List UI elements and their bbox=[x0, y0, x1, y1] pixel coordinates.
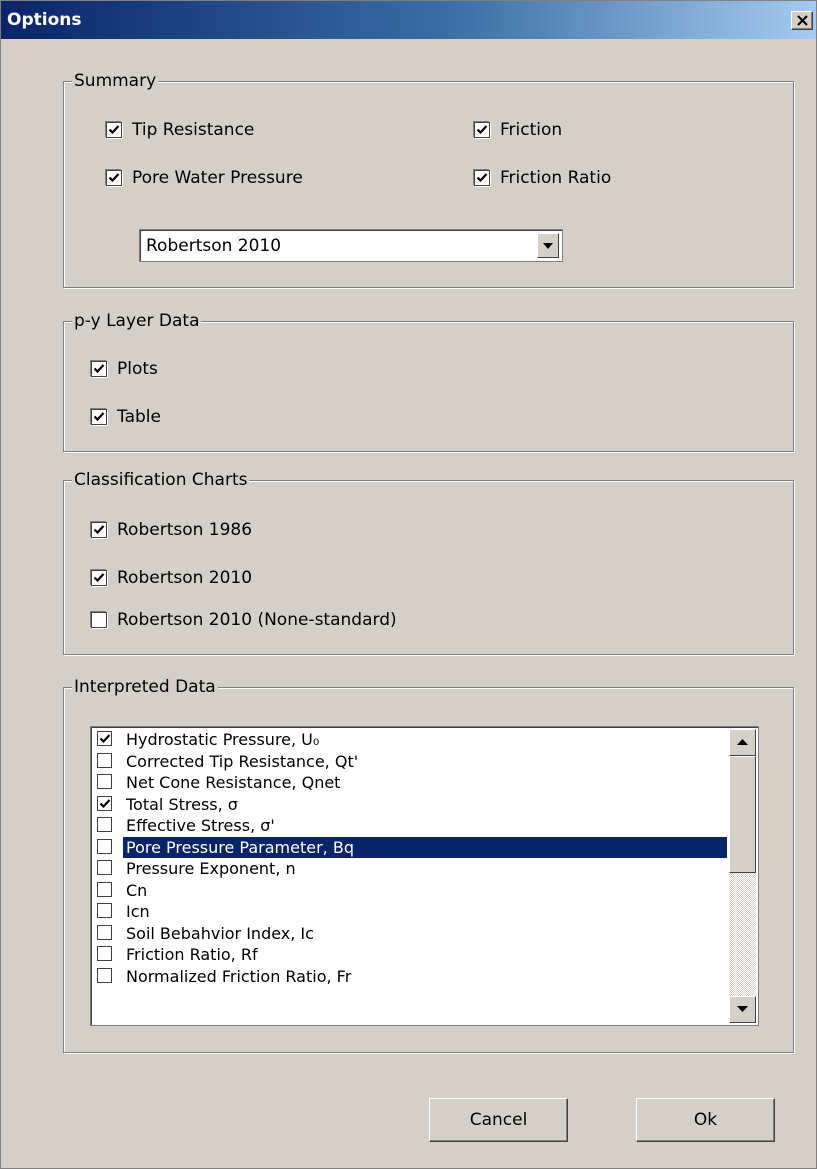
checkbox-label: Robertson 2010 bbox=[117, 568, 253, 588]
checkbox-box[interactable] bbox=[106, 170, 122, 186]
list-item-checkbox[interactable] bbox=[97, 731, 112, 746]
checkbox-label: Friction bbox=[500, 120, 563, 140]
list-item-label: Icn bbox=[126, 902, 150, 921]
checkmark-icon bbox=[99, 734, 111, 744]
list-item-checkbox[interactable] bbox=[97, 795, 112, 811]
py-layer-group: p-y Layer Data bbox=[63, 310, 794, 452]
list-item[interactable]: Pore Pressure Parameter, Bq bbox=[93, 836, 729, 859]
checkbox-label: Robertson 2010 (None-standard) bbox=[117, 610, 397, 630]
list-item[interactable]: Normalized Friction Ratio, Fr bbox=[93, 966, 729, 988]
list-item[interactable]: Icn bbox=[93, 901, 729, 923]
list-item-checkbox[interactable] bbox=[97, 860, 112, 875]
checkbox-box[interactable] bbox=[106, 122, 122, 138]
list-item-label: Soil Bebahvior Index, Ic bbox=[126, 923, 314, 943]
checkbox-box[interactable] bbox=[474, 170, 490, 186]
dropdown-value: Robertson 2010 bbox=[146, 236, 282, 256]
checkbox-label: Tip Resistance bbox=[132, 120, 255, 140]
checkmark-icon bbox=[93, 412, 105, 422]
list-items: Hydrostatic Pressure, U₀ Corrected Tip Re… bbox=[93, 729, 729, 1023]
list-item[interactable]: Pressure Exponent, n bbox=[93, 858, 729, 880]
checkbox-box[interactable] bbox=[91, 409, 107, 425]
list-item[interactable]: Net Cone Resistance, Qnet bbox=[93, 772, 729, 794]
friction-ratio-checkbox[interactable]: Friction Ratio bbox=[474, 167, 611, 191]
robertson-1986-checkbox[interactable]: Robertson 1986 bbox=[91, 519, 252, 543]
table-checkbox[interactable]: Table bbox=[91, 406, 161, 430]
list-item-checkbox[interactable] bbox=[97, 838, 112, 854]
checkmark-icon bbox=[93, 573, 105, 583]
list-item-checkbox[interactable] bbox=[97, 903, 112, 918]
interpreted-legend: Interpreted Data bbox=[72, 676, 218, 698]
checkbox-label: Plots bbox=[117, 359, 158, 379]
checkbox-label: Table bbox=[117, 407, 161, 427]
chevron-up-icon bbox=[737, 739, 748, 745]
scroll-down-button[interactable] bbox=[729, 996, 756, 1023]
scroll-up-button[interactable] bbox=[729, 729, 756, 756]
scroll-thumb[interactable] bbox=[729, 756, 756, 873]
checkmark-icon bbox=[476, 173, 488, 183]
checkmark-icon bbox=[93, 364, 105, 374]
checkmark-icon bbox=[99, 798, 111, 808]
list-item[interactable]: Hydrostatic Pressure, U₀ bbox=[93, 729, 729, 751]
pore-water-pressure-checkbox[interactable]: Pore Water Pressure bbox=[106, 167, 303, 191]
list-item[interactable]: Corrected Tip Resistance, Qt' bbox=[93, 751, 729, 773]
checkbox-box[interactable] bbox=[91, 612, 107, 628]
robertson-2010-checkbox[interactable]: Robertson 2010 bbox=[91, 567, 252, 591]
robertson-2010-nonstandard-checkbox[interactable]: Robertson 2010 (None-standard) bbox=[91, 609, 397, 633]
scroll-track[interactable] bbox=[729, 873, 756, 996]
checkmark-icon bbox=[108, 173, 120, 183]
summary-legend: Summary bbox=[72, 70, 159, 92]
list-item-label: Friction Ratio, Rf bbox=[126, 945, 258, 964]
checkbox-label: Robertson 1986 bbox=[117, 520, 253, 540]
checkbox-box[interactable] bbox=[474, 122, 490, 138]
vertical-scrollbar[interactable] bbox=[729, 729, 756, 1023]
checkmark-icon bbox=[108, 125, 120, 135]
list-item-checkbox[interactable] bbox=[97, 924, 112, 940]
list-item-checkbox[interactable] bbox=[97, 946, 112, 961]
checkbox-label: Friction Ratio bbox=[500, 168, 612, 188]
classification-legend: Classification Charts bbox=[72, 469, 250, 491]
list-item-label: Pressure Exponent, n bbox=[126, 859, 296, 878]
list-item-label: Effective Stress, σ' bbox=[126, 816, 275, 835]
list-item[interactable]: Cn bbox=[93, 880, 729, 902]
chevron-down-icon bbox=[543, 243, 553, 249]
list-item[interactable]: Effective Stress, σ' bbox=[93, 815, 729, 837]
list-item-label: Hydrostatic Pressure, U₀ bbox=[126, 730, 320, 749]
cancel-button[interactable]: Cancel bbox=[429, 1098, 568, 1142]
list-item[interactable]: Total Stress, σ bbox=[93, 794, 729, 816]
list-item-checkbox[interactable] bbox=[97, 817, 112, 832]
list-item-label: Cn bbox=[126, 880, 148, 900]
list-item[interactable]: Friction Ratio, Rf bbox=[93, 944, 729, 966]
checkbox-box[interactable] bbox=[91, 522, 107, 538]
checkbox-box[interactable] bbox=[91, 570, 107, 586]
list-item-label: Corrected Tip Resistance, Qt' bbox=[126, 751, 359, 771]
list-item-label: Pore Pressure Parameter, Bq bbox=[123, 836, 727, 858]
plots-checkbox[interactable]: Plots bbox=[91, 358, 158, 382]
dropdown-button[interactable] bbox=[537, 233, 559, 258]
window-title: Options bbox=[7, 10, 82, 30]
list-item-label: Normalized Friction Ratio, Fr bbox=[126, 966, 352, 986]
tip-resistance-checkbox[interactable]: Tip Resistance bbox=[106, 119, 254, 143]
checkbox-box[interactable] bbox=[91, 361, 107, 377]
close-icon bbox=[797, 15, 808, 26]
list-item-label: Total Stress, σ bbox=[126, 794, 238, 814]
list-item-checkbox[interactable] bbox=[97, 967, 112, 983]
list-item-checkbox[interactable] bbox=[97, 752, 112, 768]
list-item-checkbox[interactable] bbox=[97, 774, 112, 789]
list-item-checkbox[interactable] bbox=[97, 881, 112, 897]
method-dropdown[interactable]: Robertson 2010 bbox=[139, 229, 563, 262]
py-layer-legend: p-y Layer Data bbox=[72, 310, 202, 332]
list-item[interactable]: Soil Bebahvior Index, Ic bbox=[93, 923, 729, 945]
checkmark-icon bbox=[476, 125, 488, 135]
interpreted-data-list[interactable]: Hydrostatic Pressure, U₀ Corrected Tip Re… bbox=[90, 726, 759, 1026]
chevron-down-icon bbox=[737, 1006, 748, 1012]
checkmark-icon bbox=[93, 525, 105, 535]
list-item-label: Net Cone Resistance, Qnet bbox=[126, 773, 341, 792]
checkbox-label: Pore Water Pressure bbox=[132, 168, 303, 188]
close-button[interactable] bbox=[791, 11, 813, 30]
ok-button[interactable]: Ok bbox=[636, 1098, 775, 1142]
options-dialog: Options Summary Tip Resistance Friction … bbox=[0, 0, 817, 1169]
title-bar[interactable]: Options bbox=[1, 1, 816, 39]
friction-checkbox[interactable]: Friction bbox=[474, 119, 562, 143]
